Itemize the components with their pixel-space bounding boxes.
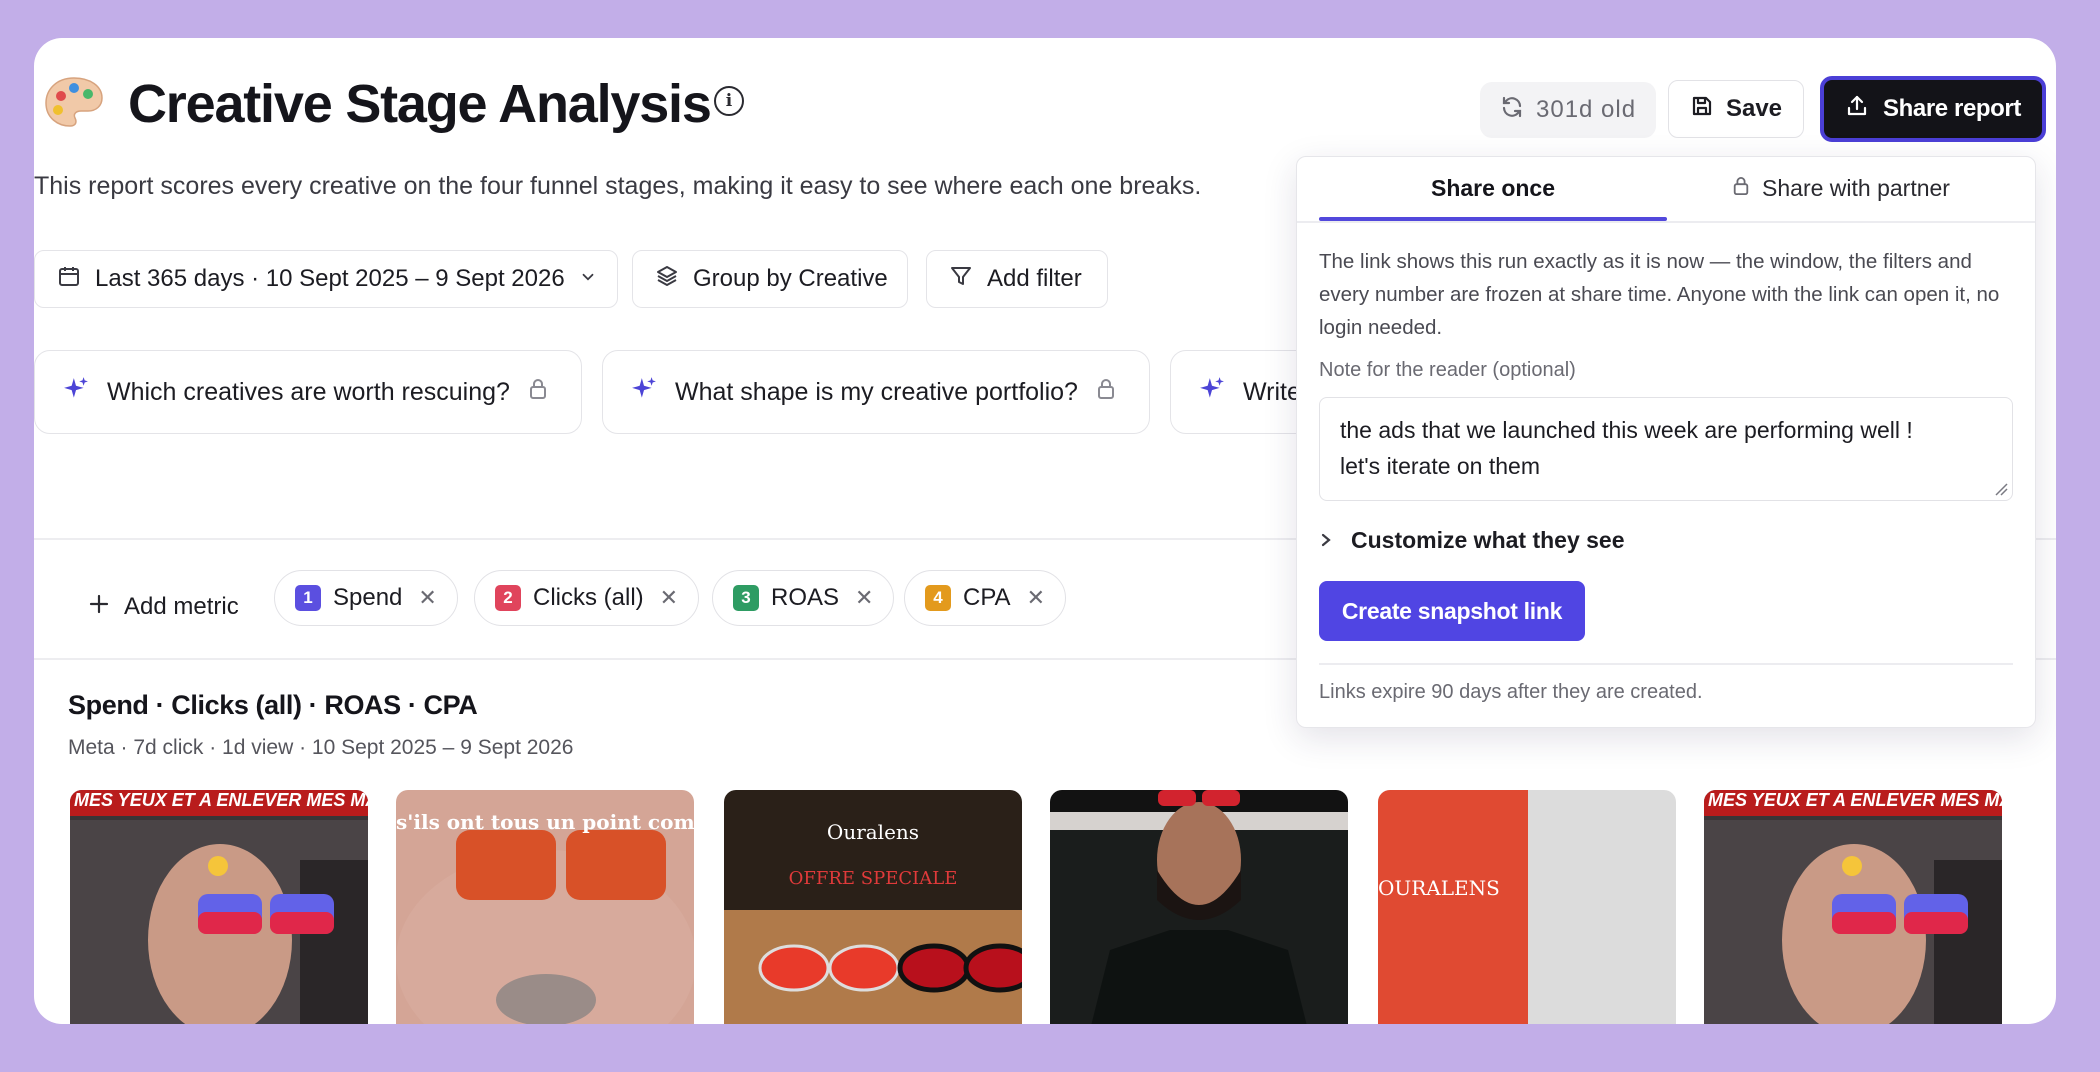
plus-icon <box>88 593 110 622</box>
metric-number-badge: 2 <box>495 585 521 611</box>
sparkle-icon <box>631 376 657 409</box>
creative-thumbnail[interactable]: Ouralens OFFRE SPECIALE <box>724 790 1022 1024</box>
close-icon[interactable]: ✕ <box>1027 585 1045 611</box>
divider <box>1319 663 2013 665</box>
report-card: Creative Stage Analysis i This report sc… <box>34 38 2056 1024</box>
resize-handle-icon[interactable] <box>1994 482 2008 496</box>
page-title: Creative Stage Analysis <box>128 74 712 134</box>
share-report-label: Share report <box>1883 95 2021 122</box>
tab-share-with-partner[interactable]: Share with partner <box>1667 157 2015 219</box>
palette-icon <box>44 74 104 130</box>
thumbnail-caption: OURALENS <box>1378 876 1500 900</box>
question-chip-portfolio[interactable]: What shape is my creative portfolio? <box>602 350 1150 434</box>
question-label: Write <box>1243 377 1301 406</box>
section-subtitle: Meta · 7d click · 1d view · 10 Sept 2025… <box>68 736 574 759</box>
lock-icon <box>1732 175 1750 202</box>
date-range-label: Last 365 days · 10 Sept 2025 – 9 Sept 20… <box>95 265 565 292</box>
thumbnail-caption: MES YEUX ET A ENLEVER MES MAUX <box>74 790 368 810</box>
thumbnail-caption: OFFRE SPECIALE <box>788 868 958 889</box>
creative-thumbnail[interactable] <box>1050 790 1348 1024</box>
tab-divider <box>1297 221 2035 223</box>
filter-icon <box>949 264 973 295</box>
chevron-down-icon <box>579 265 597 293</box>
creative-thumbnail[interactable]: OURALENS <box>1378 790 1676 1024</box>
save-button[interactable]: Save <box>1668 80 1804 138</box>
metric-number-badge: 1 <box>295 585 321 611</box>
save-icon <box>1690 94 1714 125</box>
page-description: This report scores every creative on the… <box>34 172 1202 200</box>
expiry-footnote: Links expire 90 days after they are crea… <box>1319 681 1703 703</box>
info-icon[interactable]: i <box>714 86 744 116</box>
age-label: 301d old <box>1536 96 1637 123</box>
share-panel: Share once Share with partner The link s… <box>1296 156 2036 728</box>
active-tab-indicator <box>1319 217 1667 221</box>
metric-chip-clicks[interactable]: 2 Clicks (all) ✕ <box>474 570 700 626</box>
share-description: The link shows this run exactly as it is… <box>1319 250 2000 339</box>
metric-chip-roas[interactable]: 3 ROAS ✕ <box>712 570 895 626</box>
lock-icon <box>528 378 548 407</box>
sparkle-icon <box>1199 376 1225 409</box>
group-by-label: Group by Creative <box>693 265 888 292</box>
note-line: the ads that we launched this week are p… <box>1340 417 1913 443</box>
tab-label: Share once <box>1431 174 1555 201</box>
add-filter-label: Add filter <box>987 265 1082 292</box>
close-icon[interactable]: ✕ <box>855 585 873 611</box>
refresh-age-chip[interactable]: 301d old <box>1480 82 1656 138</box>
sparkle-icon <box>63 376 89 409</box>
group-by-button[interactable]: Group by Creative <box>632 250 908 308</box>
creative-thumbnail[interactable]: MES YEUX ET A ENLEVER MES MAUX <box>1704 790 2002 1024</box>
note-line: let's iterate on them <box>1340 453 1540 479</box>
creative-thumbnail[interactable]: MES YEUX ET A ENLEVER MES MAUX <box>70 790 368 1024</box>
date-range-dropdown[interactable]: Last 365 days · 10 Sept 2025 – 9 Sept 20… <box>34 250 618 308</box>
create-snapshot-link-button[interactable]: Create snapshot link <box>1319 581 1585 641</box>
refresh-icon <box>1500 95 1524 126</box>
section-title: Spend · Clicks (all) · ROAS · CPA <box>68 690 478 720</box>
question-label: What shape is my creative portfolio? <box>675 377 1078 406</box>
customize-label: Customize what they see <box>1351 527 1625 553</box>
thumbnail-caption: Ouralens <box>826 820 920 844</box>
close-icon[interactable]: ✕ <box>418 585 436 611</box>
add-metric-label: Add metric <box>124 593 239 620</box>
customize-toggle[interactable]: Customize what they see <box>1319 527 1625 554</box>
calendar-icon <box>57 264 81 295</box>
creative-thumbnail[interactable]: s'ils ont tous un point commu <box>396 790 694 1024</box>
share-report-button[interactable]: Share report <box>1820 76 2046 142</box>
metric-chip-cpa[interactable]: 4 CPA ✕ <box>904 570 1067 626</box>
metric-label: ROAS <box>771 584 840 611</box>
close-icon[interactable]: ✕ <box>660 585 678 611</box>
metric-number-badge: 4 <box>925 585 951 611</box>
note-label: Note for the reader (optional) <box>1319 359 1576 381</box>
upload-icon <box>1845 94 1869 125</box>
question-label: Which creatives are worth rescuing? <box>107 377 510 406</box>
tab-share-once[interactable]: Share once <box>1319 157 1667 219</box>
add-metric-button[interactable]: Add metric <box>88 580 239 634</box>
metric-chip-spend[interactable]: 1 Spend ✕ <box>274 570 458 626</box>
metric-number-badge: 3 <box>733 585 759 611</box>
lock-icon <box>1096 378 1116 407</box>
thumbnail-caption: s'ils ont tous un point commu <box>396 810 694 834</box>
add-filter-button[interactable]: Add filter <box>926 250 1108 308</box>
question-chip-rescue[interactable]: Which creatives are worth rescuing? <box>34 350 582 434</box>
save-label: Save <box>1725 95 1783 122</box>
metric-label: CPA <box>963 584 1011 611</box>
tab-label: Share with partner <box>1762 174 1950 201</box>
chevron-right-icon <box>1319 527 1333 554</box>
thumbnail-caption: MES YEUX ET A ENLEVER MES MAUX <box>1708 790 2002 810</box>
layers-icon <box>655 264 679 295</box>
note-textarea[interactable]: the ads that we launched this week are p… <box>1319 397 2013 501</box>
metric-label: Spend <box>333 584 403 611</box>
metric-label: Clicks (all) <box>533 584 644 611</box>
